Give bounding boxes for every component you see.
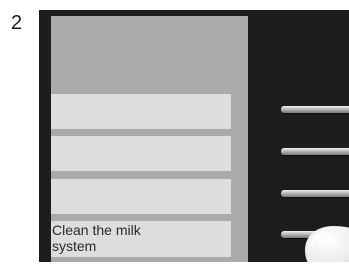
finger-press-icon [305,226,349,262]
coffee-machine-control-panel: Clean the milk system [39,10,349,262]
display-screen: Clean the milk system [51,16,248,262]
menu-item-clean-milk-system[interactable]: Clean the milk system [51,221,231,257]
side-button-2[interactable] [281,148,349,155]
step-number: 2 [11,12,23,34]
menu-item-2[interactable] [51,136,231,171]
menu-item-3[interactable] [51,179,231,214]
menu-item-1[interactable] [51,94,231,129]
side-button-1[interactable] [281,106,349,113]
menu-item-clean-milk-system-label: Clean the milk system [52,222,141,254]
side-button-3[interactable] [281,190,349,197]
